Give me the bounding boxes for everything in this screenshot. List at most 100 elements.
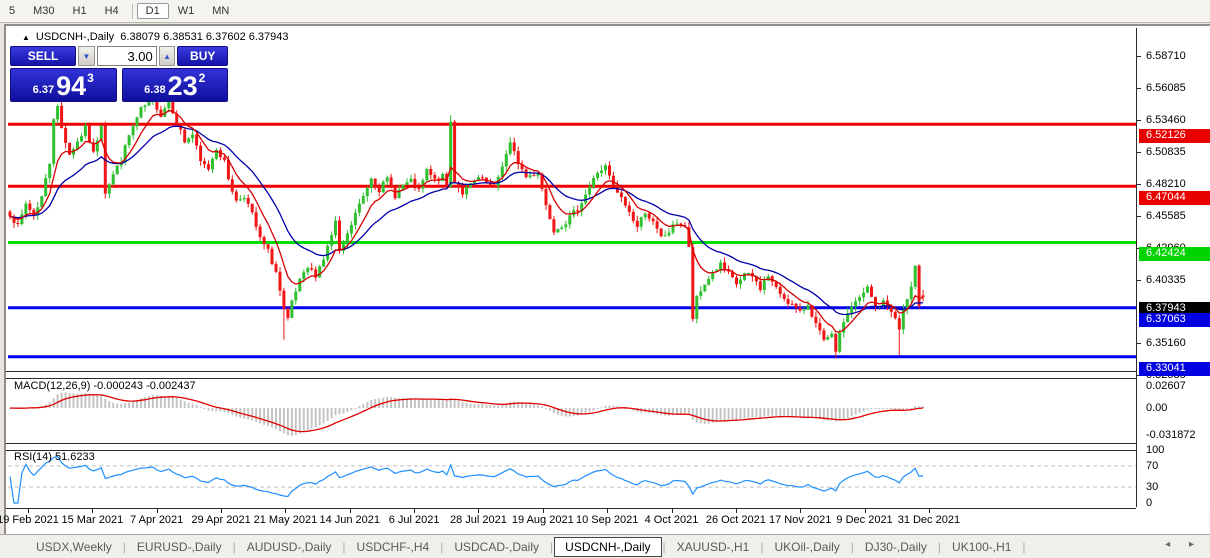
date-label: 28 Jul 2021 bbox=[449, 514, 507, 526]
timeframe-button-mn[interactable]: MN bbox=[203, 3, 238, 19]
date-tick-mark bbox=[349, 509, 351, 513]
date-tick-mark bbox=[928, 509, 930, 513]
date-tick-mark bbox=[478, 509, 480, 513]
tab-scroll-arrows[interactable]: ◂ ▸ bbox=[1165, 539, 1202, 550]
axis-tick-mark bbox=[1137, 215, 1141, 217]
axis-tick-mark bbox=[1137, 151, 1141, 153]
hline-layer[interactable] bbox=[8, 122, 1136, 359]
axis-price-badge: 6.33041 bbox=[1139, 361, 1210, 376]
date-tick-mark bbox=[607, 509, 609, 513]
sell-price-box[interactable]: 6.37 94 3 bbox=[10, 68, 117, 102]
date-label: 26 Oct 2021 bbox=[705, 514, 766, 526]
timeframe-button-m30[interactable]: M30 bbox=[24, 3, 63, 19]
macd-label: MACD(12,26,9) -0.000243 -0.002437 bbox=[14, 380, 196, 392]
rsi-indicator-plot[interactable] bbox=[8, 449, 1136, 507]
date-tick-mark bbox=[156, 509, 158, 513]
tab-separator: | bbox=[1022, 539, 1026, 554]
axis-price-badge: 6.47044 bbox=[1139, 191, 1210, 206]
volume-input[interactable] bbox=[96, 46, 157, 66]
chart-tab-uk100-h1[interactable]: UK100-,H1 bbox=[942, 538, 1021, 556]
macd-signal-line bbox=[9, 394, 924, 433]
timeframe-button-d1[interactable]: D1 bbox=[136, 3, 169, 19]
date-label: 9 Dec 2021 bbox=[836, 514, 893, 526]
one-click-trade-panel: SELL ▼ ▲ BUY 6.37 94 3 6.38 23 2 bbox=[10, 46, 228, 102]
date-label: 10 Sep 2021 bbox=[575, 514, 639, 526]
timeframe-button-w1[interactable]: W1 bbox=[169, 3, 204, 19]
date-label: 31 Dec 2021 bbox=[897, 514, 961, 526]
date-tick-mark bbox=[414, 509, 416, 513]
date-axis[interactable]: 19 Feb 2021 15 Mar 2021 7 Apr 2021 29 Apr 2… bbox=[0, 508, 1136, 533]
rsi-line bbox=[9, 456, 924, 504]
date-tick-mark bbox=[671, 509, 673, 513]
axis-tick-mark bbox=[1137, 183, 1141, 185]
chart-title-row: ▲ USDCNH-,Daily 6.38079 6.38531 6.37602 6… bbox=[22, 31, 289, 43]
chart-tab-usdchf-h4[interactable]: USDCHF-,H4 bbox=[347, 538, 440, 556]
date-tick-mark bbox=[285, 509, 287, 513]
axis-price-badge: 6.52126 bbox=[1139, 129, 1210, 144]
tab-separator: | bbox=[760, 539, 764, 554]
chart-tab-audusd-daily[interactable]: AUDUSD-,Daily bbox=[237, 538, 342, 556]
buy-price-box[interactable]: 6.38 23 2 bbox=[121, 68, 228, 102]
chart-tab-xauusd-h1[interactable]: XAUUSD-,H1 bbox=[667, 538, 760, 556]
tab-separator: | bbox=[662, 539, 666, 554]
date-label: 7 Apr 2021 bbox=[130, 514, 184, 526]
timeframe-button-h4[interactable]: H4 bbox=[96, 3, 128, 19]
date-label: 14 Jun 2021 bbox=[319, 514, 381, 526]
toolbar-separator bbox=[131, 3, 133, 19]
axis-tick-mark bbox=[1137, 279, 1141, 281]
axis-tick-label: 6.50835 bbox=[1146, 145, 1186, 158]
timeframe-button-h1[interactable]: H1 bbox=[64, 3, 96, 19]
axis-tick-label: 6.56085 bbox=[1146, 81, 1186, 94]
chart-symbol-title: USDCNH-,Daily bbox=[35, 31, 115, 43]
sell-price-small: 6.37 bbox=[32, 84, 55, 96]
axis-tick-label: 70 bbox=[1146, 459, 1159, 472]
axis-tick-label: 0.02607 bbox=[1146, 379, 1186, 392]
chart-tab-bar: USDX,Weekly | EURUSD-,Daily | AUDUSD-,Daily |… bbox=[0, 534, 1210, 558]
timeframe-button-5[interactable]: 5 bbox=[0, 3, 24, 19]
axis-tick-label: 6.48210 bbox=[1146, 177, 1186, 190]
rsi-label: RSI(14) 51.6233 bbox=[14, 451, 95, 463]
sell-button[interactable]: SELL bbox=[10, 46, 77, 66]
chart-tab-eurusd-daily[interactable]: EURUSD-,Daily bbox=[127, 538, 232, 556]
collapse-triangle-icon[interactable]: ▲ bbox=[22, 33, 30, 42]
date-tick-mark bbox=[542, 509, 544, 513]
axis-tick-mark bbox=[1137, 343, 1141, 344]
date-label: 19 Feb 2021 bbox=[0, 514, 59, 526]
chart-tab-ukoil-daily[interactable]: UKOil-,Daily bbox=[764, 538, 849, 556]
chart-ohlc-values: 6.38079 6.38531 6.37602 6.37943 bbox=[120, 31, 289, 43]
date-tick-mark bbox=[221, 509, 223, 513]
date-label: 21 May 2021 bbox=[253, 514, 318, 526]
axis-tick-label: 6.53460 bbox=[1146, 113, 1186, 126]
sell-price-sup: 3 bbox=[87, 71, 94, 85]
price-axis[interactable]: 6.58710 6.56085 6.53460 6.50835 6.48210 6.455… bbox=[1136, 28, 1210, 509]
date-label: 4 Oct 2021 bbox=[644, 514, 699, 526]
tab-separator: | bbox=[342, 539, 346, 554]
chart-tab-dj30-daily[interactable]: DJ30-,Daily bbox=[855, 538, 937, 556]
axis-tick-mark bbox=[1137, 87, 1141, 89]
date-tick-mark bbox=[864, 509, 866, 513]
axis-tick-label: 6.58710 bbox=[1146, 50, 1186, 62]
volume-increase-button[interactable]: ▲ bbox=[158, 46, 176, 66]
candles-layer bbox=[8, 94, 925, 359]
ma-slow-line bbox=[9, 125, 924, 316]
chart-tab-usdcad-daily[interactable]: USDCAD-,Daily bbox=[444, 538, 549, 556]
axis-tick-mark bbox=[1137, 56, 1141, 57]
chart-tab-usdcnh-daily[interactable]: USDCNH-,Daily bbox=[554, 536, 662, 557]
axis-tick-label: 0.00 bbox=[1146, 402, 1168, 414]
buy-button[interactable]: BUY bbox=[177, 46, 228, 66]
buy-price-small: 6.38 bbox=[144, 84, 166, 96]
axis-tick-mark bbox=[1137, 119, 1141, 121]
volume-decrease-button[interactable]: ▼ bbox=[78, 46, 95, 66]
tab-separator: | bbox=[937, 539, 942, 554]
axis-tick-label: 100 bbox=[1146, 444, 1165, 456]
date-label: 29 Apr 2021 bbox=[191, 514, 251, 526]
date-label: 19 Aug 2021 bbox=[511, 514, 574, 526]
date-tick-mark bbox=[28, 509, 29, 513]
axis-price-badge: 6.42424 bbox=[1139, 247, 1210, 262]
chart-tab-usdx-weekly[interactable]: USDX,Weekly bbox=[26, 538, 122, 556]
ma-fast-line bbox=[9, 109, 924, 333]
rsi-levels bbox=[8, 465, 1136, 488]
tab-separator: | bbox=[122, 539, 126, 554]
axis-tick-label: 0 bbox=[1146, 497, 1153, 509]
date-label: 17 Nov 2021 bbox=[768, 514, 832, 526]
